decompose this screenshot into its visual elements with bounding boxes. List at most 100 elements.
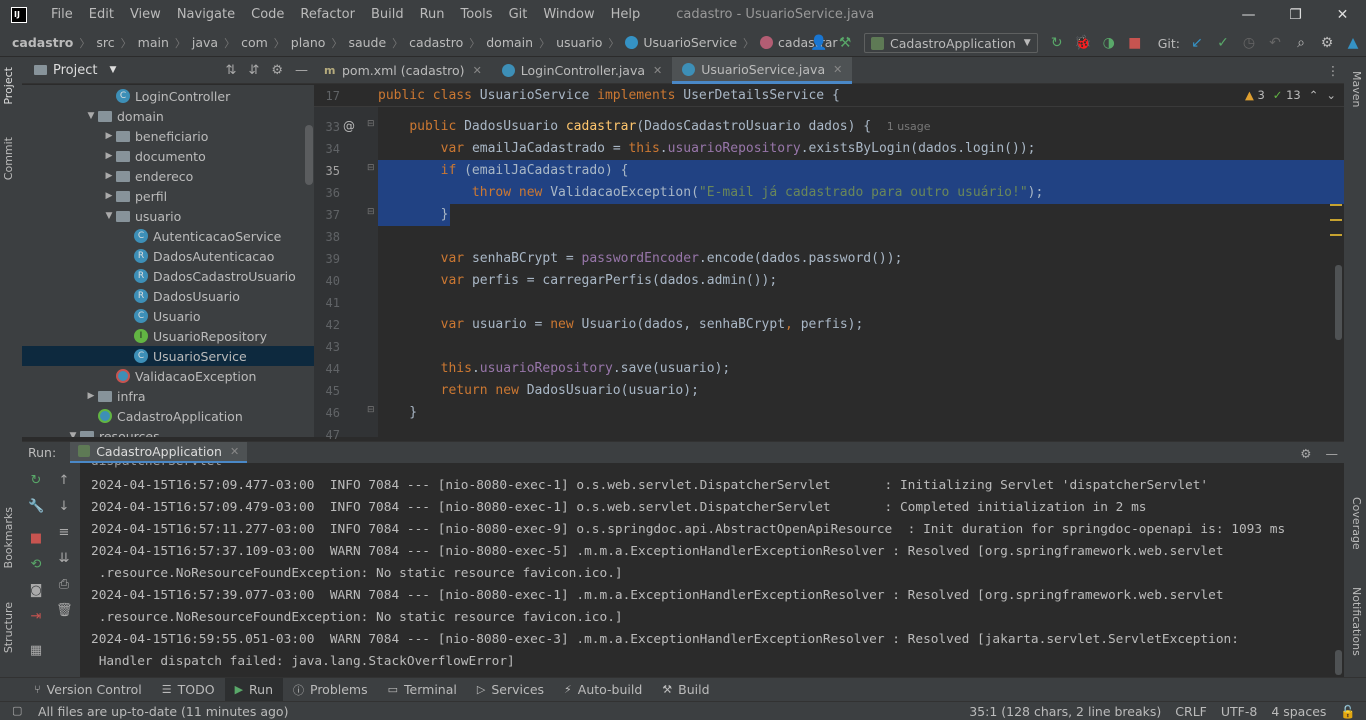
- chevron-down-icon[interactable]: ▼: [102, 211, 116, 221]
- code-editor[interactable]: public DadosUsuario cadastrar(DadosCadas…: [378, 85, 1344, 437]
- close-window-button[interactable]: ✕: [1319, 0, 1366, 29]
- stop-icon[interactable]: ■: [1122, 29, 1148, 57]
- project-tool-tab[interactable]: Project: [2, 67, 15, 105]
- close-tab-icon[interactable]: ✕: [653, 64, 662, 77]
- tree-item-domain[interactable]: ▼ domain: [22, 106, 314, 126]
- editor-scrollbar[interactable]: [1335, 265, 1342, 340]
- run-tab-cadastroapplication[interactable]: CadastroApplication ✕: [70, 441, 248, 464]
- chevron-right-icon[interactable]: ▶: [102, 151, 116, 161]
- menu-file[interactable]: File: [43, 0, 81, 29]
- menu-build[interactable]: Build: [363, 0, 412, 29]
- file-encoding[interactable]: UTF-8: [1221, 704, 1257, 719]
- maven-tool-tab[interactable]: Maven: [1350, 71, 1363, 107]
- menu-help[interactable]: Help: [603, 0, 649, 29]
- crumb-main[interactable]: main: [138, 35, 169, 50]
- structure-tool-tab[interactable]: Structure: [2, 602, 15, 653]
- menu-edit[interactable]: Edit: [81, 0, 122, 29]
- git-history-icon[interactable]: ◷: [1236, 29, 1262, 57]
- chevron-right-icon[interactable]: ▶: [102, 131, 116, 141]
- inspection-widget[interactable]: ▲ 3 ✓ 13 ⌃ ⌄: [1245, 88, 1336, 102]
- soft-wrap-icon[interactable]: ≡: [56, 525, 72, 541]
- hide-panel-icon[interactable]: —: [295, 63, 308, 78]
- crumb-com[interactable]: com: [241, 35, 268, 50]
- build-tool[interactable]: ⚒ Build: [652, 678, 719, 702]
- fold-icon[interactable]: ⊟: [367, 405, 375, 415]
- crumb-domain[interactable]: domain: [486, 35, 533, 50]
- tree-item-perfil[interactable]: ▶ perfil: [22, 186, 314, 206]
- debug-icon[interactable]: 🐞: [1070, 29, 1096, 57]
- tree-item-usuarioservice[interactable]: C UsuarioService: [22, 346, 314, 366]
- user-icon[interactable]: 👤: [806, 29, 832, 57]
- more-tabs-icon[interactable]: ⋮: [1322, 57, 1344, 84]
- crumb-cadastro[interactable]: cadastro: [409, 35, 463, 50]
- ide-update-icon[interactable]: ▲: [1340, 29, 1366, 57]
- fold-icon[interactable]: ⊟: [367, 119, 375, 129]
- crumb-usuarioservice[interactable]: UsuarioService: [643, 35, 737, 50]
- chevron-down-icon[interactable]: ⌄: [1326, 88, 1336, 102]
- arrow-up-icon[interactable]: ↑: [56, 473, 72, 489]
- version-control-tool[interactable]: ⑂ Version Control: [24, 678, 152, 702]
- close-tab-icon[interactable]: ✕: [833, 63, 842, 76]
- exit-icon[interactable]: ⇥: [28, 609, 44, 625]
- chevron-down-icon[interactable]: ▼: [84, 111, 98, 121]
- tab-pom-xml[interactable]: m pom.xml (cadastro) ✕: [314, 57, 492, 84]
- problems-tool[interactable]: ⓘ Problems: [283, 678, 378, 702]
- tree-item-documento[interactable]: ▶ documento: [22, 146, 314, 166]
- tree-item-beneficiario[interactable]: ▶ beneficiario: [22, 126, 314, 146]
- run-tool[interactable]: ▶ Run: [224, 677, 283, 702]
- settings-gear-icon[interactable]: ⚙: [271, 63, 283, 78]
- tree-item-logincontroller[interactable]: C LoginController: [22, 86, 314, 106]
- warning-stripe-marker[interactable]: [1330, 204, 1342, 206]
- terminal-tool[interactable]: ▭ Terminal: [378, 678, 467, 702]
- warning-stripe-marker[interactable]: [1330, 219, 1342, 221]
- coverage-run-icon[interactable]: ◑: [1096, 29, 1122, 57]
- menu-view[interactable]: View: [122, 0, 169, 29]
- crumb-plano[interactable]: plano: [291, 35, 326, 50]
- wrench-icon[interactable]: 🔧: [28, 499, 44, 515]
- usage-hint[interactable]: 1 usage: [887, 120, 931, 133]
- arrow-down-icon[interactable]: ↓: [56, 499, 72, 515]
- print-icon[interactable]: ⎙: [56, 577, 72, 593]
- crumb-java[interactable]: java: [192, 35, 218, 50]
- search-icon[interactable]: ⌕: [1288, 29, 1314, 57]
- todo-tool[interactable]: ☰ TODO: [152, 678, 225, 702]
- lock-icon[interactable]: 🔓: [1340, 704, 1356, 720]
- console-scrollbar[interactable]: [1335, 650, 1342, 675]
- crumb-src[interactable]: src: [96, 35, 114, 50]
- tree-item-dadosusuario[interactable]: R DadosUsuario: [22, 286, 314, 306]
- console-output[interactable]: dispatcherServlet 2024-04-15T16:57:09.47…: [80, 463, 1344, 677]
- tree-scrollbar[interactable]: [305, 125, 313, 185]
- collapse-all-icon[interactable]: ⇵: [248, 63, 259, 78]
- crumb-saude[interactable]: saude: [348, 35, 386, 50]
- chevron-right-icon[interactable]: ▶: [102, 171, 116, 181]
- rerun-icon[interactable]: ↻: [28, 473, 44, 489]
- chevron-down-icon[interactable]: ▼: [66, 431, 80, 437]
- settings-gear-icon[interactable]: ⚙: [1300, 446, 1311, 461]
- menu-window[interactable]: Window: [535, 0, 602, 29]
- tree-item-endereco[interactable]: ▶ endereco: [22, 166, 314, 186]
- expand-all-icon[interactable]: ⇅: [226, 63, 237, 78]
- menu-git[interactable]: Git: [501, 0, 536, 29]
- tree-item-cadastroapplication[interactable]: CadastroApplication: [22, 406, 314, 426]
- toggle-tool-windows-icon[interactable]: ▢: [12, 704, 22, 717]
- crumb-project[interactable]: cadastro: [12, 35, 73, 50]
- status-message[interactable]: All files are up-to-date (11 minutes ago…: [38, 704, 288, 719]
- menu-tools[interactable]: Tools: [453, 0, 501, 29]
- tab-logincontroller[interactable]: LoginController.java ✕: [492, 57, 672, 84]
- settings-gear-icon[interactable]: ⚙: [1314, 29, 1340, 57]
- chevron-right-icon[interactable]: ▶: [84, 391, 98, 401]
- run-configuration-select[interactable]: CadastroApplication ▼: [864, 33, 1038, 53]
- tab-usuarioservice[interactable]: UsuarioService.java ✕: [672, 57, 853, 84]
- tree-item-autenticacaoservice[interactable]: C AutenticacaoService: [22, 226, 314, 246]
- hide-panel-icon[interactable]: —: [1326, 446, 1339, 461]
- override-marker-icon[interactable]: @: [343, 119, 355, 133]
- menu-refactor[interactable]: Refactor: [292, 0, 363, 29]
- stop-icon[interactable]: ■: [28, 531, 44, 547]
- commit-tool-tab[interactable]: Commit: [2, 137, 15, 180]
- minimize-button[interactable]: —: [1225, 0, 1272, 29]
- git-commit-icon[interactable]: ✓: [1210, 29, 1236, 57]
- project-panel-title[interactable]: Project ▼: [34, 63, 116, 78]
- warning-stripe-marker[interactable]: [1330, 234, 1342, 236]
- close-tab-icon[interactable]: ✕: [230, 445, 239, 458]
- indent-setting[interactable]: 4 spaces: [1271, 704, 1326, 719]
